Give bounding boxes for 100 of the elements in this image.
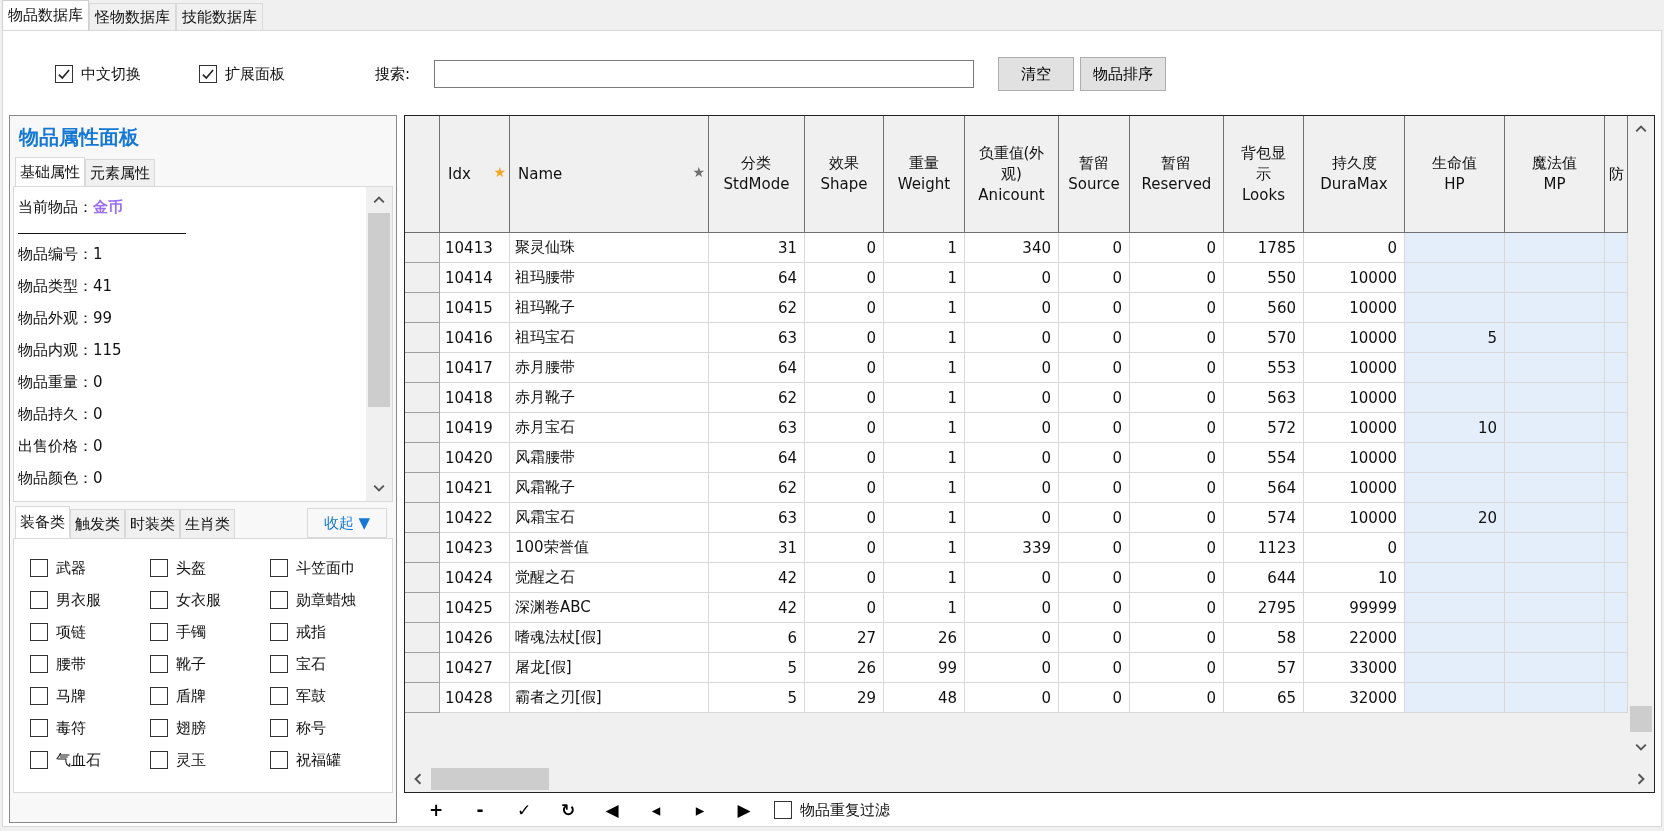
table-cell: 10000 (1304, 263, 1405, 293)
table-cell: 祖玛宝石 (510, 323, 709, 353)
table-cell: 1 (884, 473, 965, 503)
checkbox[interactable] (30, 751, 48, 769)
checkbox[interactable] (30, 591, 48, 609)
checkbox[interactable] (150, 719, 168, 737)
scroll-thumb[interactable] (1630, 706, 1652, 732)
vertical-scrollbar[interactable] (366, 187, 392, 501)
checkbox[interactable] (774, 801, 792, 819)
tab[interactable]: 时装类 (125, 509, 180, 538)
chevron-up-icon[interactable] (1635, 125, 1647, 133)
column-header[interactable]: 重量 Weight (897, 153, 951, 195)
checkbox[interactable] (150, 559, 168, 577)
button[interactable]: 清空 (998, 57, 1075, 91)
toolbar-button[interactable]: ✓ (502, 796, 546, 824)
toolbar-button[interactable]: ▸ (678, 796, 722, 824)
checkbox-label: 马牌 (56, 686, 86, 706)
column-header[interactable]: 分类 StdMode (723, 153, 790, 195)
checkbox[interactable] (150, 655, 168, 673)
table-cell: 10000 (1304, 293, 1405, 323)
table-cell: 0 (805, 563, 884, 593)
tab[interactable]: 触发类 (70, 509, 125, 538)
table-cell: 0 (1130, 593, 1224, 623)
toolbar-button[interactable]: - (458, 796, 502, 824)
checkbox[interactable] (150, 687, 168, 705)
checkbox[interactable] (270, 559, 288, 577)
checkbox[interactable] (270, 687, 288, 705)
checkbox[interactable] (30, 655, 48, 673)
search-field[interactable] (434, 60, 975, 88)
chevron-right-icon[interactable] (1637, 773, 1645, 785)
table-cell: 0 (1130, 263, 1224, 293)
checkbox[interactable] (30, 719, 48, 737)
checkbox[interactable] (150, 591, 168, 609)
checkbox[interactable] (55, 65, 73, 83)
table-cell: 0 (1130, 503, 1224, 533)
checkbox[interactable] (30, 687, 48, 705)
checkbox[interactable] (199, 65, 217, 83)
collapse-button[interactable]: 收起 ▼ (307, 508, 387, 538)
table-cell: 0 (805, 533, 884, 563)
checkbox[interactable] (150, 623, 168, 641)
table-cell: 62 (709, 473, 805, 503)
table-cell: 65 (1224, 683, 1304, 713)
table-cell: 339 (965, 533, 1059, 563)
checkbox[interactable] (150, 751, 168, 769)
table-cell: 0 (805, 323, 884, 353)
tab[interactable]: 元素属性 (85, 159, 155, 186)
tab[interactable]: 怪物数据库 (89, 3, 176, 30)
tab[interactable]: 装备类 (15, 506, 70, 538)
table-cell: 63 (709, 413, 805, 443)
column-header[interactable]: 暂留 Reserved (1141, 153, 1212, 195)
checkbox[interactable] (30, 559, 48, 577)
tab[interactable]: 物品数据库 (2, 0, 89, 30)
toolbar-button[interactable]: ◂ (634, 796, 678, 824)
checkbox[interactable] (270, 591, 288, 609)
table-cell: 10000 (1304, 413, 1405, 443)
table-cell: 0 (805, 383, 884, 413)
toolbar-button[interactable]: ◀ (590, 796, 634, 824)
column-header[interactable]: Name (518, 163, 563, 185)
column-header[interactable]: 暂留 Source (1068, 153, 1120, 195)
field-label: 物品编号： (18, 245, 93, 263)
table-cell: 10422 (440, 503, 510, 533)
field-value: 0 (93, 405, 103, 423)
column-header[interactable]: 负重值(外观) Anicount (976, 142, 1047, 206)
chevron-down-icon[interactable] (373, 484, 385, 492)
checkbox-label: 翅膀 (176, 718, 206, 738)
toolbar-button[interactable]: ▶ (722, 796, 766, 824)
chevron-left-icon[interactable] (414, 773, 422, 785)
column-header[interactable]: 魔法值 MP (1532, 153, 1577, 195)
button[interactable]: 物品排序 (1080, 57, 1167, 91)
table-cell: 6 (709, 623, 805, 653)
table-cell: 0 (965, 623, 1059, 653)
table-cell: 10428 (440, 683, 510, 713)
checkbox[interactable] (30, 623, 48, 641)
column-header[interactable]: 背包显示 Looks (1238, 142, 1289, 206)
scroll-thumb[interactable] (431, 768, 549, 790)
chevron-down-icon[interactable] (1635, 743, 1647, 751)
column-header[interactable]: 防 (1608, 163, 1624, 185)
tab[interactable]: 生肖类 (180, 509, 235, 538)
column-header[interactable]: 持久度 DuraMax (1320, 153, 1388, 195)
table-cell: 26 (884, 623, 965, 653)
table-cell: 22000 (1304, 623, 1405, 653)
tab[interactable]: 技能数据库 (176, 3, 263, 30)
toolbar-button[interactable]: + (414, 796, 458, 824)
table-cell: 5 (1405, 323, 1505, 353)
table-cell: 550 (1224, 263, 1304, 293)
scroll-thumb[interactable] (368, 213, 390, 407)
column-header[interactable]: 生命值 HP (1432, 153, 1477, 195)
toolbar-button[interactable]: ↻ (546, 796, 590, 824)
checkbox[interactable] (270, 719, 288, 737)
checkbox[interactable] (270, 623, 288, 641)
checkbox[interactable] (270, 655, 288, 673)
tab[interactable]: 基础属性 (15, 157, 85, 186)
table-cell: 赤月宝石 (510, 413, 709, 443)
chevron-up-icon[interactable] (373, 196, 385, 204)
table-cell: 0 (1130, 413, 1224, 443)
checkbox[interactable] (270, 751, 288, 769)
table-cell: 5 (709, 653, 805, 683)
table-cell: 0 (1059, 443, 1130, 473)
column-header[interactable]: 效果 Shape (820, 153, 868, 195)
column-header[interactable]: Idx (448, 163, 471, 185)
